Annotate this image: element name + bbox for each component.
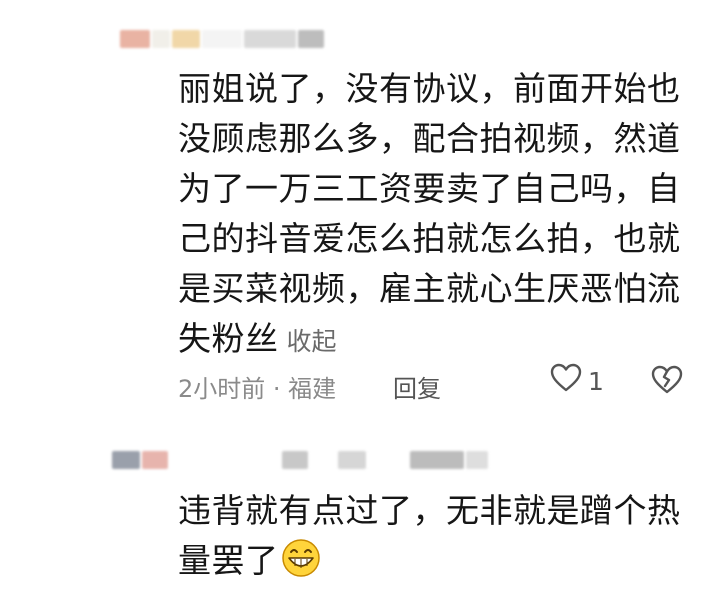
- redacted-name-block: [202, 30, 242, 48]
- heart-outline-icon: [550, 363, 582, 399]
- comment-text-line: 没顾虑那么多，配合拍视频，然道: [178, 119, 681, 158]
- like-button[interactable]: 1: [550, 363, 604, 399]
- redacted-name-block: [282, 451, 308, 469]
- grinning-face-icon: [281, 538, 321, 592]
- username-redacted[interactable]: [120, 28, 326, 50]
- broken-heart-icon[interactable]: [651, 365, 683, 401]
- comment-item: 丽姐说了，没有协议，前面开始也 没顾虑那么多，配合拍视频，然道 为了一万三工资要…: [0, 0, 720, 420]
- comment-text: 丽姐说了，没有协议，前面开始也 没顾虑那么多，配合拍视频，然道 为了一万三工资要…: [178, 64, 698, 367]
- comment-text-line: 己的抖音爱怎么拍就怎么拍，也就: [178, 219, 681, 258]
- redacted-name-block: [410, 451, 464, 469]
- comment-text: 违背就有点过了，无非就是蹭个热 量罢了: [178, 486, 698, 592]
- collapse-link[interactable]: 收起: [287, 327, 337, 356]
- comment-text-line: 丽姐说了，没有协议，前面开始也: [178, 69, 681, 108]
- comment-text-line: 违背就有点过了，无非就是蹭个热: [178, 491, 681, 530]
- redacted-name-block: [142, 451, 168, 469]
- comment-meta: 2小时前 · 福建 回复 1: [178, 363, 688, 403]
- redacted-name-block: [244, 30, 296, 48]
- comment-text-line: 是买菜视频，雇主就心生厌恶怕流: [178, 269, 681, 308]
- redacted-name-block: [112, 451, 140, 469]
- redacted-name-block: [338, 451, 366, 469]
- like-count: 1: [588, 366, 604, 396]
- redacted-name-block: [466, 451, 488, 469]
- redacted-name-block: [152, 30, 170, 48]
- redacted-name-block: [368, 451, 408, 469]
- redacted-name-block: [298, 30, 324, 48]
- comment-text-line: 为了一万三工资要卖了自己吗，自: [178, 169, 681, 208]
- comment-text-line: 失粉丝: [178, 319, 279, 358]
- redacted-name-block: [172, 30, 200, 48]
- redacted-name-block: [310, 451, 336, 469]
- comment-text-line-last: 量罢了: [178, 536, 698, 592]
- timestamp-location: 2小时前 · 福建: [178, 375, 337, 403]
- comment-text-line-last: 失粉丝 收起: [178, 314, 698, 367]
- username-redacted[interactable]: [112, 449, 490, 471]
- reply-button[interactable]: 回复: [393, 369, 441, 404]
- redacted-name-block: [120, 30, 150, 48]
- comment-text-line: 量罢了: [178, 541, 279, 580]
- redacted-name-block: [170, 451, 280, 469]
